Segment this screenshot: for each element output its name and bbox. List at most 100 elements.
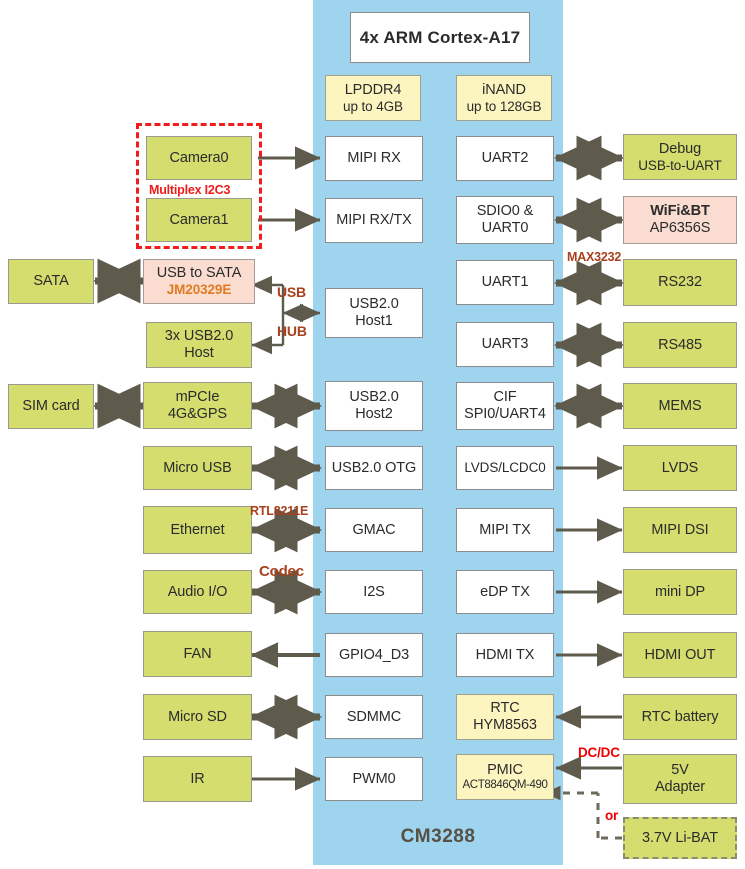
block-line1: SDIO0 & xyxy=(476,203,534,220)
peripheral-rs232: RS232 xyxy=(623,259,737,306)
block-line2: HYM8563 xyxy=(473,717,537,733)
block-line1: Ethernet xyxy=(170,521,225,538)
memory-line1: iNAND xyxy=(482,81,526,98)
block-line1: 3.7V Li-BAT xyxy=(642,829,718,846)
block-line1: RS485 xyxy=(658,336,702,353)
peripheral-audio-io: Audio I/O xyxy=(143,570,252,614)
block-line2: SPI0/UART4 xyxy=(464,406,546,422)
block-line1: WiFi&BT xyxy=(650,203,710,220)
block-line2: Host1 xyxy=(355,313,393,329)
block-line1: Audio I/O xyxy=(167,583,228,600)
soc-block-lvds-lcdc0: LVDS/LCDC0 xyxy=(456,446,554,490)
peripheral-3x-usb20-host: 3x USB2.0 Host xyxy=(146,322,252,368)
peripheral-fan: FAN xyxy=(143,631,252,677)
peripheral-rs485: RS485 xyxy=(623,322,737,368)
block-line2: USB-to-UART xyxy=(638,157,722,173)
soc-block-edp-tx: eDP TX xyxy=(456,570,554,614)
peripheral-sata: SATA xyxy=(8,259,94,304)
peripheral-micro-sd: Micro SD xyxy=(143,694,252,740)
block-line2: AP6356S xyxy=(649,220,711,236)
peripheral-mini-dp: mini DP xyxy=(623,569,737,615)
soc-block-mipi-rx: MIPI RX xyxy=(325,136,423,181)
soc-block-sdmmc: SDMMC xyxy=(325,695,423,739)
soc-block-usb20-host2: USB2.0 Host2 xyxy=(325,381,423,431)
peripheral-wifi-bt: WiFi&BT AP6356S xyxy=(623,196,737,244)
peripheral-usb-to-sata: USB to SATA JM20329E xyxy=(143,259,255,304)
block-line1: GPIO4_D3 xyxy=(338,646,410,663)
block-line1: Micro SD xyxy=(168,708,227,725)
block-line1: USB to SATA xyxy=(156,265,242,282)
block-line1: 3x USB2.0 xyxy=(164,328,234,345)
block-line2: Host2 xyxy=(355,406,393,422)
block-line1: MIPI TX xyxy=(479,521,531,538)
memory-block-inand: iNAND up to 128GB xyxy=(456,75,552,121)
block-line1: RTC battery xyxy=(641,708,719,725)
block-line1: SDMMC xyxy=(346,708,402,725)
max3232-label: MAX3232 xyxy=(567,250,622,264)
peripheral-rtc-battery: RTC battery xyxy=(623,694,737,740)
block-line1: GMAC xyxy=(352,521,396,538)
block-line2: Host xyxy=(184,345,214,361)
or-label: or xyxy=(605,808,619,823)
block-line1: Camera0 xyxy=(169,149,229,166)
block-line1: UART3 xyxy=(481,336,529,353)
block-line1: I2S xyxy=(363,583,385,600)
codec-label: Codec xyxy=(259,563,304,580)
cpu-block: 4x ARM Cortex-A17 xyxy=(350,12,530,63)
soc-block-pmic: PMIC ACT8846QM-490 xyxy=(456,754,554,800)
soc-block-mipi-rx-tx: MIPI RX/TX xyxy=(325,198,423,243)
block-line1: MEMS xyxy=(658,397,702,414)
block-line1: IR xyxy=(190,770,205,787)
peripheral-li-bat: 3.7V Li-BAT xyxy=(623,817,737,859)
peripheral-lvds: LVDS xyxy=(623,445,737,491)
cpu-label: 4x ARM Cortex-A17 xyxy=(359,27,521,47)
memory-line2: up to 4GB xyxy=(343,98,403,114)
block-line2: JM20329E xyxy=(166,282,232,298)
block-line1: HDMI OUT xyxy=(644,646,716,663)
block-line1: SATA xyxy=(33,273,69,290)
peripheral-mipi-dsi: MIPI DSI xyxy=(623,507,737,553)
block-line1: 5V xyxy=(671,762,689,779)
block-line1: USB2.0 xyxy=(349,296,399,313)
peripheral-sim-card: SIM card xyxy=(8,384,94,429)
soc-block-uart1: UART1 xyxy=(456,260,554,305)
block-line1: eDP TX xyxy=(480,583,530,600)
block-line2: 4G&GPS xyxy=(167,405,228,422)
peripheral-ir: IR xyxy=(143,756,252,802)
soc-block-rtc: RTC HYM8563 xyxy=(456,694,554,740)
block-line1: MIPI DSI xyxy=(651,521,709,538)
soc-block-pwm0: PWM0 xyxy=(325,757,423,801)
block-line1: MIPI RX/TX xyxy=(336,212,412,229)
block-line1: FAN xyxy=(183,645,212,662)
soc-block-uart3: UART3 xyxy=(456,322,554,367)
block-line1: LVDS xyxy=(661,459,699,476)
memory-block-lpddr4: LPDDR4 up to 4GB xyxy=(325,75,421,121)
block-line1: mini DP xyxy=(654,583,706,600)
block-line1: PWM0 xyxy=(352,770,396,787)
soc-block-i2s: I2S xyxy=(325,570,423,614)
dcdc-label: DC/DC xyxy=(578,745,620,760)
usb-label: USB xyxy=(277,284,306,300)
block-line1: USB2.0 xyxy=(349,389,399,406)
peripheral-mems: MEMS xyxy=(623,383,737,429)
peripheral-camera0: Camera0 xyxy=(146,136,252,180)
block-line2: Adapter xyxy=(654,779,706,795)
block-line1: UART2 xyxy=(481,150,529,167)
block-line1: LVDS/LCDC0 xyxy=(464,460,546,476)
block-line1: RTC xyxy=(490,700,520,717)
block-line1: USB2.0 OTG xyxy=(331,459,417,476)
peripheral-5v-adapter: 5V Adapter xyxy=(623,754,737,804)
block-line1: HDMI TX xyxy=(475,646,535,663)
peripheral-debug-usb-to-uart: Debug USB-to-UART xyxy=(623,134,737,180)
block-line1: Debug xyxy=(658,140,702,157)
soc-block-sdio0-uart0: SDIO0 & UART0 xyxy=(456,196,554,244)
block-line1: mPCIe xyxy=(175,388,220,405)
block-diagram: 4x ARM Cortex-A17 LPDDR4 up to 4GB iNAND… xyxy=(0,0,745,869)
soc-block-hdmi-tx: HDMI TX xyxy=(456,633,554,677)
soc-block-gmac: GMAC xyxy=(325,508,423,552)
soc-block-cif-spi0-uart4: CIF SPI0/UART4 xyxy=(456,382,554,430)
peripheral-mpcie: mPCIe 4G&GPS xyxy=(143,382,252,429)
block-line1: Camera1 xyxy=(169,211,229,228)
block-line2: ACT8846QM-490 xyxy=(462,778,548,791)
soc-block-uart2: UART2 xyxy=(456,136,554,181)
